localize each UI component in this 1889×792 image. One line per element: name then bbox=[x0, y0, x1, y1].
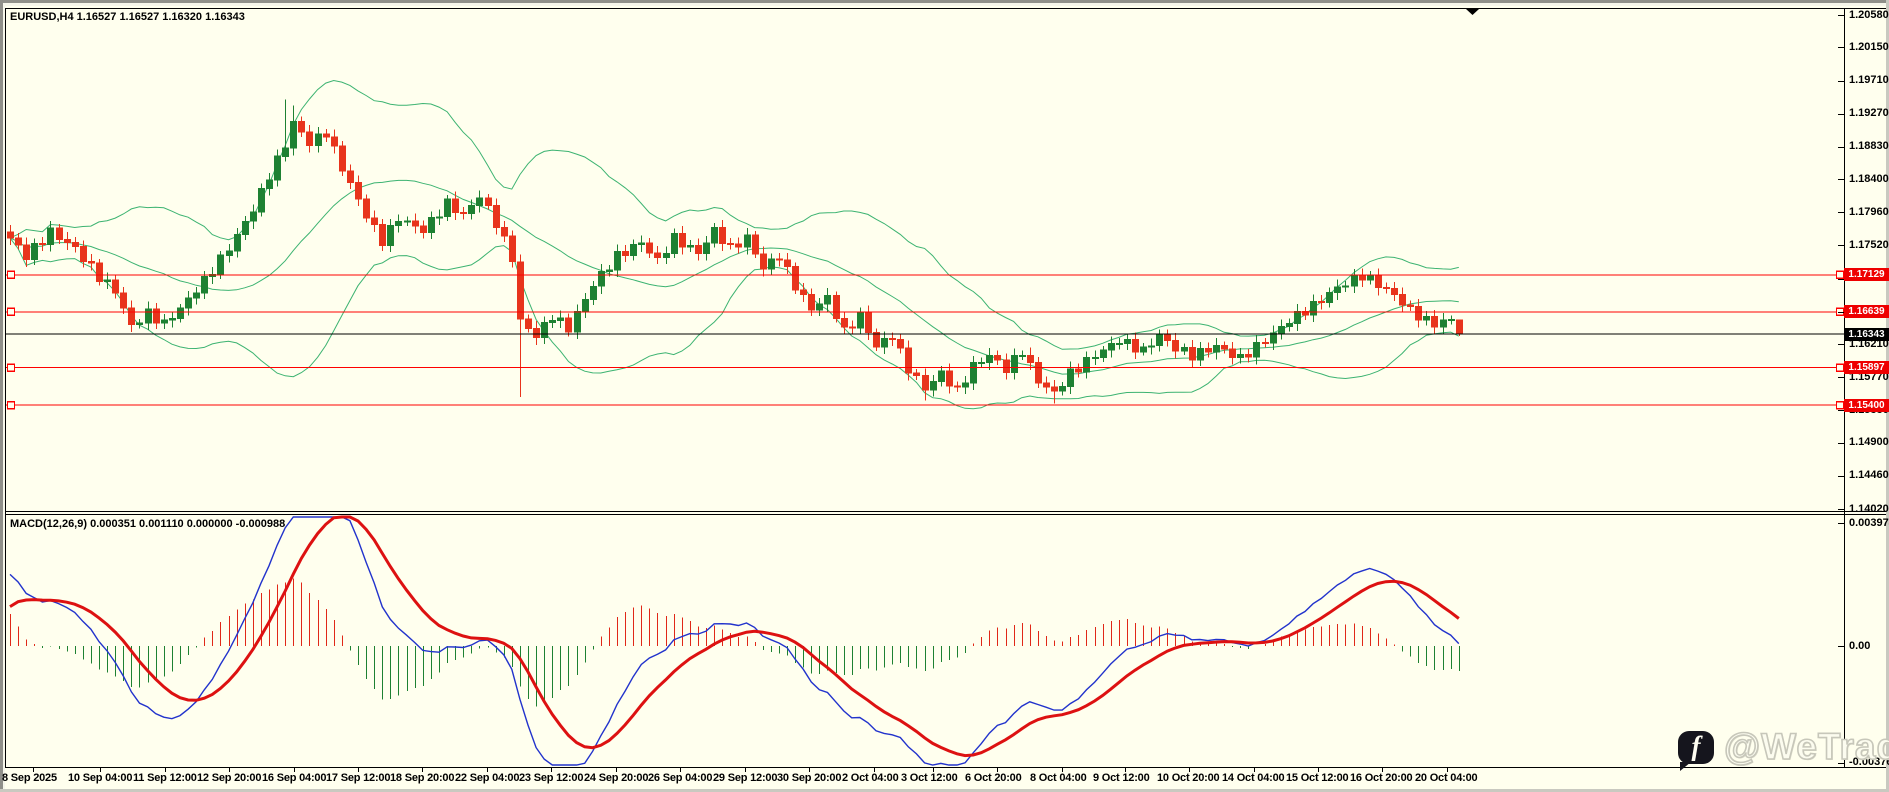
price-tick-label: 1.14900 bbox=[1849, 436, 1889, 448]
macd-tick-label: 0.003974 bbox=[1849, 517, 1889, 529]
time-tick-label: 17 Sep 12:00 bbox=[326, 772, 390, 784]
time-tick-label: 29 Sep 12:00 bbox=[713, 772, 777, 784]
time-tick-label: 30 Sep 20:00 bbox=[777, 772, 841, 784]
price-tick-label: 1.19710 bbox=[1849, 74, 1889, 86]
time-tick-label: 8 Sep 2025 bbox=[2, 772, 57, 784]
bollinger-upper-band bbox=[10, 81, 1459, 350]
time-tick-label: 22 Sep 04:00 bbox=[455, 772, 519, 784]
bollinger-middle-band bbox=[10, 180, 1459, 374]
time-tick-label: 8 Oct 04:00 bbox=[1030, 772, 1087, 784]
time-tick-label: 11 Sep 12:00 bbox=[133, 772, 197, 784]
macd-signal-line bbox=[10, 517, 1459, 756]
time-tick-label: 24 Sep 20:00 bbox=[584, 772, 648, 784]
time-tick-label: 10 Sep 04:00 bbox=[68, 772, 132, 784]
wetrade-handle: @WeTrade bbox=[1724, 726, 1889, 768]
price-badge: 1.17129 bbox=[1844, 268, 1889, 281]
hline-drag-marker[interactable] bbox=[8, 364, 15, 371]
time-tick-label: 2 Oct 04:00 bbox=[842, 772, 899, 784]
price-badge: 1.15400 bbox=[1844, 399, 1889, 412]
chart-shift-marker-icon[interactable] bbox=[1466, 9, 1479, 15]
time-tick-label: 16 Sep 04:00 bbox=[262, 772, 326, 784]
price-tick-label: 1.18830 bbox=[1849, 140, 1889, 152]
time-tick-label: 16 Oct 20:00 bbox=[1350, 772, 1412, 784]
time-tick-label: 12 Sep 20:00 bbox=[197, 772, 261, 784]
time-tick-label: 10 Oct 20:00 bbox=[1157, 772, 1219, 784]
price-tick-label: 1.17520 bbox=[1849, 239, 1889, 251]
hline-drag-marker[interactable] bbox=[8, 402, 15, 409]
price-tick-label: 1.18400 bbox=[1849, 173, 1889, 185]
price-tick-label: 1.14020 bbox=[1849, 503, 1889, 515]
hline-drag-marker[interactable] bbox=[1837, 308, 1844, 315]
macd-indicator-label: MACD(12,26,9) 0.000351 0.001110 0.000000… bbox=[10, 518, 285, 530]
time-tick-label: 15 Oct 12:00 bbox=[1286, 772, 1348, 784]
time-tick-label: 20 Oct 04:00 bbox=[1415, 772, 1477, 784]
price-tick-label: 1.19270 bbox=[1849, 107, 1889, 119]
wetrade-logo-icon: f bbox=[1678, 731, 1714, 764]
wetrade-watermark: f @WeTrade bbox=[1678, 726, 1889, 768]
time-tick-label: 26 Sep 04:00 bbox=[648, 772, 712, 784]
time-tick-label: 18 Sep 20:00 bbox=[390, 772, 454, 784]
price-badge: 1.16343 bbox=[1844, 328, 1889, 341]
price-tick-label: 1.14460 bbox=[1849, 469, 1889, 481]
hline-drag-marker[interactable] bbox=[1837, 364, 1844, 371]
time-tick-label: 9 Oct 12:00 bbox=[1093, 772, 1150, 784]
macd-tick-label: 0.00 bbox=[1849, 640, 1870, 652]
price-badge: 1.16639 bbox=[1844, 305, 1889, 318]
hline-drag-marker[interactable] bbox=[1837, 271, 1844, 278]
chart-title: EURUSD,H4 1.16527 1.16527 1.16320 1.1634… bbox=[10, 11, 245, 23]
hline-drag-marker[interactable] bbox=[8, 271, 15, 278]
bollinger-lower-band bbox=[10, 238, 1459, 409]
chart-surface[interactable] bbox=[0, 0, 1889, 792]
candlestick-series bbox=[8, 99, 1463, 403]
time-tick-label: 14 Oct 04:00 bbox=[1222, 772, 1284, 784]
time-tick-label: 3 Oct 12:00 bbox=[901, 772, 958, 784]
time-tick-label: 6 Oct 20:00 bbox=[965, 772, 1022, 784]
price-tick-label: 1.17960 bbox=[1849, 206, 1889, 218]
hline-drag-marker[interactable] bbox=[8, 308, 15, 315]
time-tick-label: 23 Sep 12:00 bbox=[519, 772, 583, 784]
price-badge: 1.15897 bbox=[1844, 361, 1889, 374]
mt4-chart-window: EURUSD,H4 1.16527 1.16527 1.16320 1.1634… bbox=[0, 0, 1889, 792]
price-tick-label: 1.20580 bbox=[1849, 9, 1889, 21]
price-tick-label: 1.20150 bbox=[1849, 41, 1889, 53]
hline-drag-marker[interactable] bbox=[1837, 402, 1844, 409]
